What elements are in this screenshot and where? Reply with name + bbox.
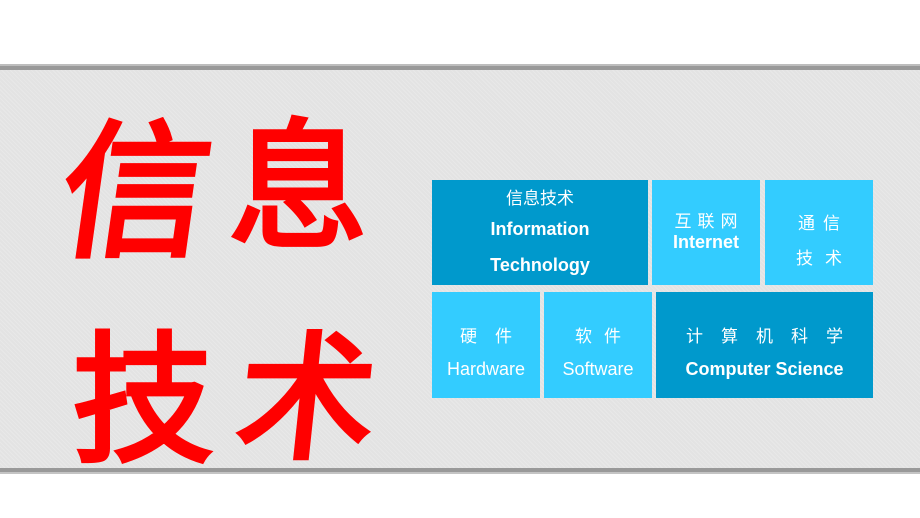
tile-en-label: Technology [490,254,590,275]
tile-en-label: Software [562,359,634,380]
tile-en-label: Hardware [446,359,526,380]
tile-hardware: 硬件 Hardware [432,292,540,398]
tile-communication-technology: 通信 技术 [765,180,873,285]
tile-en-label: Internet [672,231,739,252]
tile-zh-label: 计算机科学 [686,327,861,347]
tile-software: 软件 Software [544,292,652,398]
tile-information-technology: 信息技术 Information Technology [432,180,648,285]
title-char-shu: 术 [229,317,385,480]
tile-zh-label: 信息技术 [506,188,574,209]
tile-en-label: Computer Science [685,359,844,380]
tile-internet: 互联网 Internet [652,180,760,285]
tile-zh-label: 软件 [575,327,633,347]
tile-zh-label: 技术 [796,248,854,269]
tile-en-label: Information [490,219,590,240]
tile-zh-label: 互联网 [674,211,744,232]
title-char-xin: 信 [49,105,223,279]
tile-zh-label: 硬件 [460,327,530,347]
tile-zh-label: 通信 [798,214,848,235]
title-char-xi: 息 [228,106,369,270]
title-char-ji: 技 [72,318,214,484]
tile-computer-science: 计算机科学 Computer Science [656,292,873,398]
